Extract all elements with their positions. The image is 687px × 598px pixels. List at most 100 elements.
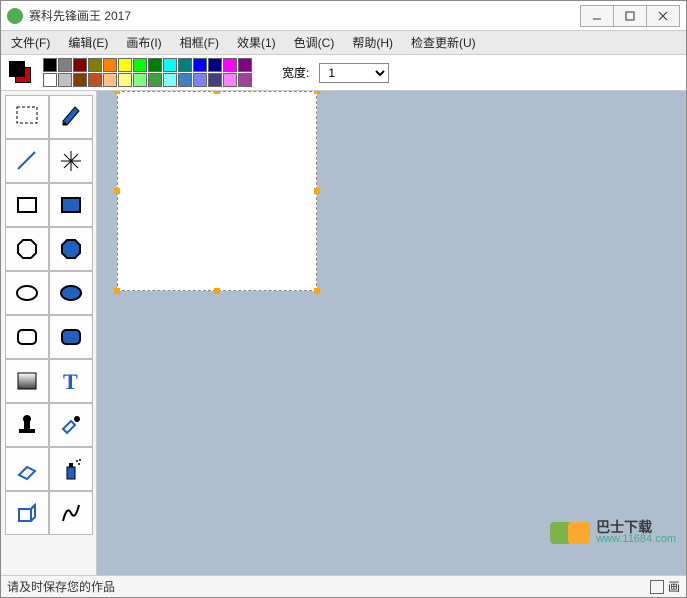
menu-canvas[interactable]: 画布(I)	[122, 32, 165, 53]
roundrect-outline-icon	[13, 323, 41, 351]
line-icon	[13, 147, 41, 175]
menu-edit[interactable]: 编辑(E)	[64, 32, 112, 53]
tool-spray[interactable]	[49, 447, 93, 491]
color-swatch[interactable]	[208, 73, 222, 87]
gradient-icon	[13, 367, 41, 395]
resize-handle[interactable]	[314, 288, 320, 294]
resize-handle[interactable]	[114, 188, 120, 194]
minimize-button[interactable]	[580, 5, 614, 27]
color-swatch[interactable]	[103, 58, 117, 72]
color-swatch[interactable]	[133, 58, 147, 72]
ellipse-filled-icon	[57, 279, 85, 307]
fg-bg-colors[interactable]	[9, 61, 33, 85]
text-icon: T	[57, 367, 85, 395]
color-swatch[interactable]	[208, 58, 222, 72]
tool-roundrect-outline[interactable]	[5, 315, 49, 359]
foreground-color-swatch[interactable]	[9, 61, 25, 77]
resize-handle[interactable]	[214, 288, 220, 294]
color-swatch[interactable]	[193, 73, 207, 87]
close-button[interactable]	[646, 5, 680, 27]
tool-octagon-outline[interactable]	[5, 227, 49, 271]
tool-octagon-filled[interactable]	[49, 227, 93, 271]
color-palette	[43, 58, 252, 87]
tool-star[interactable]	[49, 139, 93, 183]
color-swatch[interactable]	[43, 73, 57, 87]
tool-rect-filled[interactable]	[49, 183, 93, 227]
color-swatch[interactable]	[73, 58, 87, 72]
maximize-button[interactable]	[613, 5, 647, 27]
color-swatch[interactable]	[118, 58, 132, 72]
tool-eraser[interactable]	[5, 447, 49, 491]
select-icon	[13, 103, 41, 131]
statusbar: 请及时保存您的作品 画	[1, 575, 686, 597]
menu-frame[interactable]: 相框(F)	[176, 32, 223, 53]
tool-pencil[interactable]	[49, 95, 93, 139]
canvas-area[interactable]: 巴士下载 www.11684.com	[97, 91, 686, 575]
tool-ellipse-outline[interactable]	[5, 271, 49, 315]
color-swatch[interactable]	[118, 73, 132, 87]
menu-effect[interactable]: 效果(1)	[233, 32, 280, 53]
watermark-text: 巴士下载 www.11684.com	[596, 520, 676, 545]
tool-line[interactable]	[5, 139, 49, 183]
color-swatch[interactable]	[58, 58, 72, 72]
menu-update[interactable]: 检查更新(U)	[407, 32, 480, 53]
watermark-badge	[550, 522, 590, 544]
minimize-icon	[591, 10, 603, 22]
tool-shape3d[interactable]	[5, 491, 49, 535]
color-swatch[interactable]	[133, 73, 147, 87]
tool-select[interactable]	[5, 95, 49, 139]
tool-roundrect-filled[interactable]	[49, 315, 93, 359]
tool-gradient[interactable]	[5, 359, 49, 403]
menu-help[interactable]: 帮助(H)	[348, 32, 397, 53]
color-swatch[interactable]	[223, 73, 237, 87]
color-swatch[interactable]	[178, 73, 192, 87]
color-swatch[interactable]	[193, 58, 207, 72]
tool-curve[interactable]	[49, 491, 93, 535]
tool-ellipse-filled[interactable]	[49, 271, 93, 315]
titlebar: 赛科先锋画王 2017	[1, 1, 686, 31]
color-swatch[interactable]	[178, 58, 192, 72]
tool-picker[interactable]	[49, 403, 93, 447]
watermark-sq-orange	[568, 522, 590, 544]
window-title: 赛科先锋画王 2017	[29, 7, 581, 24]
maximize-icon	[624, 10, 636, 22]
color-swatch[interactable]	[73, 73, 87, 87]
color-swatch[interactable]	[148, 73, 162, 87]
menu-file[interactable]: 文件(F)	[7, 32, 54, 53]
watermark: 巴士下载 www.11684.com	[550, 520, 676, 545]
status-icon	[650, 580, 664, 594]
tool-stamp[interactable]	[5, 403, 49, 447]
color-swatch[interactable]	[58, 73, 72, 87]
svg-text:T: T	[63, 369, 78, 394]
resize-handle[interactable]	[114, 91, 120, 94]
menu-tone[interactable]: 色调(C)	[290, 32, 339, 53]
color-swatch[interactable]	[223, 58, 237, 72]
picker-icon	[57, 411, 85, 439]
eraser-icon	[13, 455, 41, 483]
color-swatch[interactable]	[163, 73, 177, 87]
resize-handle[interactable]	[214, 91, 220, 94]
tool-text[interactable]: T	[49, 359, 93, 403]
color-swatch[interactable]	[148, 58, 162, 72]
color-swatch[interactable]	[88, 58, 102, 72]
roundrect-filled-icon	[57, 323, 85, 351]
shape3d-icon	[13, 499, 41, 527]
color-swatch[interactable]	[238, 58, 252, 72]
work-area: T	[1, 91, 686, 575]
rect-filled-icon	[57, 191, 85, 219]
tool-rect-outline[interactable]	[5, 183, 49, 227]
color-swatch[interactable]	[238, 73, 252, 87]
app-window: 赛科先锋画王 2017 文件(F) 编辑(E) 画布(I) 相框(F) 效果(1…	[0, 0, 687, 598]
toolbox: T	[1, 91, 97, 575]
resize-handle[interactable]	[314, 91, 320, 94]
color-swatch[interactable]	[88, 73, 102, 87]
width-select[interactable]: 1	[319, 63, 389, 83]
resize-handle[interactable]	[314, 188, 320, 194]
color-swatch[interactable]	[43, 58, 57, 72]
resize-handle[interactable]	[114, 288, 120, 294]
app-icon	[7, 8, 23, 24]
color-swatch[interactable]	[103, 73, 117, 87]
watermark-name: 巴士下载	[596, 520, 676, 534]
canvas[interactable]	[117, 91, 317, 291]
color-swatch[interactable]	[163, 58, 177, 72]
